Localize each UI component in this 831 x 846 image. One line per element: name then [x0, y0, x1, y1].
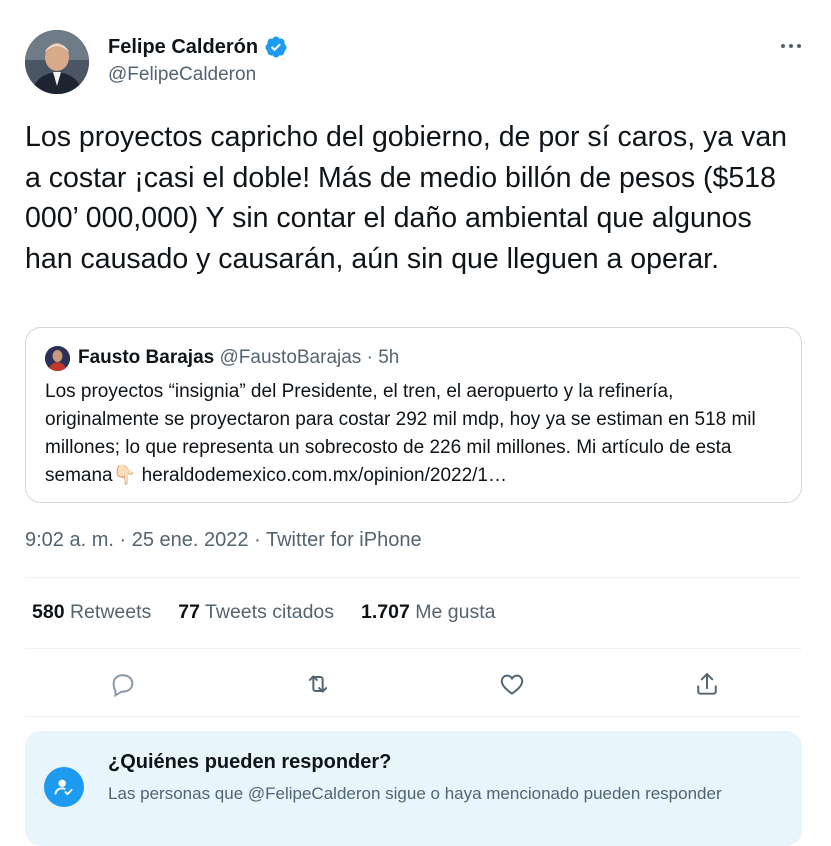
author-handle[interactable]: @FelipeCalderon [108, 64, 256, 86]
tweet-source[interactable]: Twitter for iPhone [266, 529, 422, 551]
tweet-text: Los proyectos capricho del gobierno, de … [25, 121, 788, 275]
likes-stat[interactable]: 1.707 Me gusta [361, 601, 495, 624]
pointing-down-emoji: 👇🏻 [112, 465, 137, 486]
quoted-author-avatar[interactable] [45, 346, 70, 371]
divider [25, 648, 802, 649]
more-options-icon[interactable] [776, 36, 806, 56]
quoted-author-name[interactable]: Fausto Barajas [78, 347, 214, 368]
tweet-timestamp: 9:02 a. m. · 25 ene. 2022 · Twitter for … [25, 529, 422, 552]
quoted-tweet[interactable]: Fausto Barajas @FaustoBarajas · 5h Los p… [25, 327, 802, 503]
tweet-date[interactable]: 25 ene. 2022 [132, 529, 249, 551]
divider [25, 577, 802, 578]
verified-badge-icon [264, 35, 288, 59]
author-display-name[interactable]: Felipe Calderón [108, 36, 258, 59]
quoted-link[interactable]: heraldodemexico.com.mx/opinion/2022/1… [142, 465, 507, 486]
reply-restriction-notice: ¿Quiénes pueden responder? Las personas … [25, 731, 802, 846]
timestamp-dot-2: · [254, 529, 261, 551]
quoted-text-block: Los proyectos “insignia” del Presidente,… [45, 378, 790, 490]
engagement-stats: 580 Retweets 77 Tweets citados 1.707 Me … [32, 601, 495, 624]
reply-icon[interactable] [103, 664, 143, 704]
mention-user-icon [44, 767, 84, 807]
timestamp-dot: · [119, 529, 127, 551]
author-avatar[interactable] [25, 30, 89, 94]
reply-restriction-title: ¿Quiénes pueden responder? [108, 751, 392, 773]
action-bar [25, 664, 802, 704]
like-icon[interactable] [492, 664, 532, 704]
retweet-icon[interactable] [298, 664, 338, 704]
divider [25, 716, 802, 717]
quoted-author-handle[interactable]: @FaustoBarajas [220, 347, 362, 368]
quote-tweets-stat[interactable]: 77 Tweets citados [178, 601, 334, 624]
quoted-time[interactable]: 5h [378, 347, 399, 368]
tweet-time[interactable]: 9:02 a. m. [25, 529, 114, 551]
quoted-separator: · [366, 347, 373, 368]
reply-restriction-description: Las personas que @FelipeCalderon sigue o… [108, 784, 722, 803]
retweets-stat[interactable]: 580 Retweets [32, 601, 151, 624]
share-icon[interactable] [687, 664, 727, 704]
